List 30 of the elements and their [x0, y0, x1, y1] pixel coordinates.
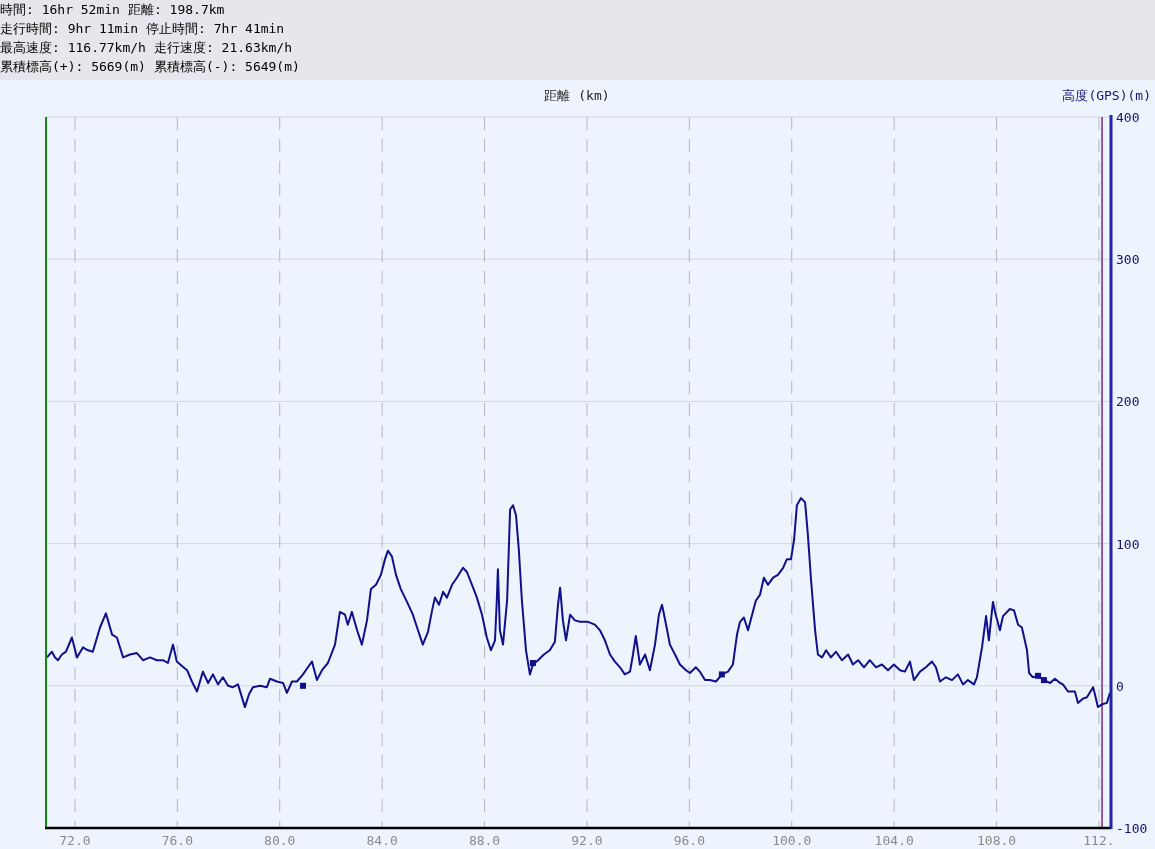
x-axis-title: 距離 (km): [544, 88, 610, 103]
y-tick-label: -100: [1116, 821, 1148, 836]
stat-text: 累積標高(+): 5669(m): [0, 58, 146, 76]
stat-text: 距離: 198.7km: [127, 1, 225, 19]
x-tick-label: 108.0: [977, 833, 1017, 848]
stat-text: 走行時間: 9hr 11min: [0, 20, 139, 38]
y-axis-title: 高度(GPS)(m): [1062, 88, 1151, 103]
y-tick-label: 100: [1116, 536, 1140, 552]
x-tick-label: 112.: [1083, 833, 1115, 848]
square-marker-icon: [718, 671, 725, 678]
x-tick-label: 84.0: [366, 833, 398, 848]
x-tick-label: 100.0: [772, 833, 812, 848]
x-tick-label: 92.0: [571, 833, 603, 848]
y-tick-label: 200: [1116, 394, 1140, 410]
x-tick-label: 104.0: [874, 833, 914, 848]
x-tick-label: 72.0: [59, 833, 91, 848]
square-marker-icon: [529, 660, 536, 667]
y-tick-label: 300: [1116, 252, 1140, 268]
stat-text: 時間: 16hr 52min: [0, 1, 120, 19]
stat-text: 累積標高(-): 5649(m): [153, 58, 300, 76]
stat-text: 走行速度: 21.63km/h: [153, 39, 292, 57]
stat-text: 最高速度: 116.77km/h: [0, 39, 146, 57]
x-tick-label: 88.0: [468, 833, 501, 848]
stat-text: 停止時間: 7hr 41min: [146, 20, 285, 38]
x-tick-label: 76.0: [161, 833, 193, 848]
x-tick-label: 96.0: [673, 833, 705, 848]
x-tick-label: 80.0: [264, 833, 296, 848]
y-tick-label: 0: [1116, 678, 1124, 694]
y-tick-label: 400: [1116, 110, 1140, 125]
square-marker-icon: [300, 682, 307, 689]
